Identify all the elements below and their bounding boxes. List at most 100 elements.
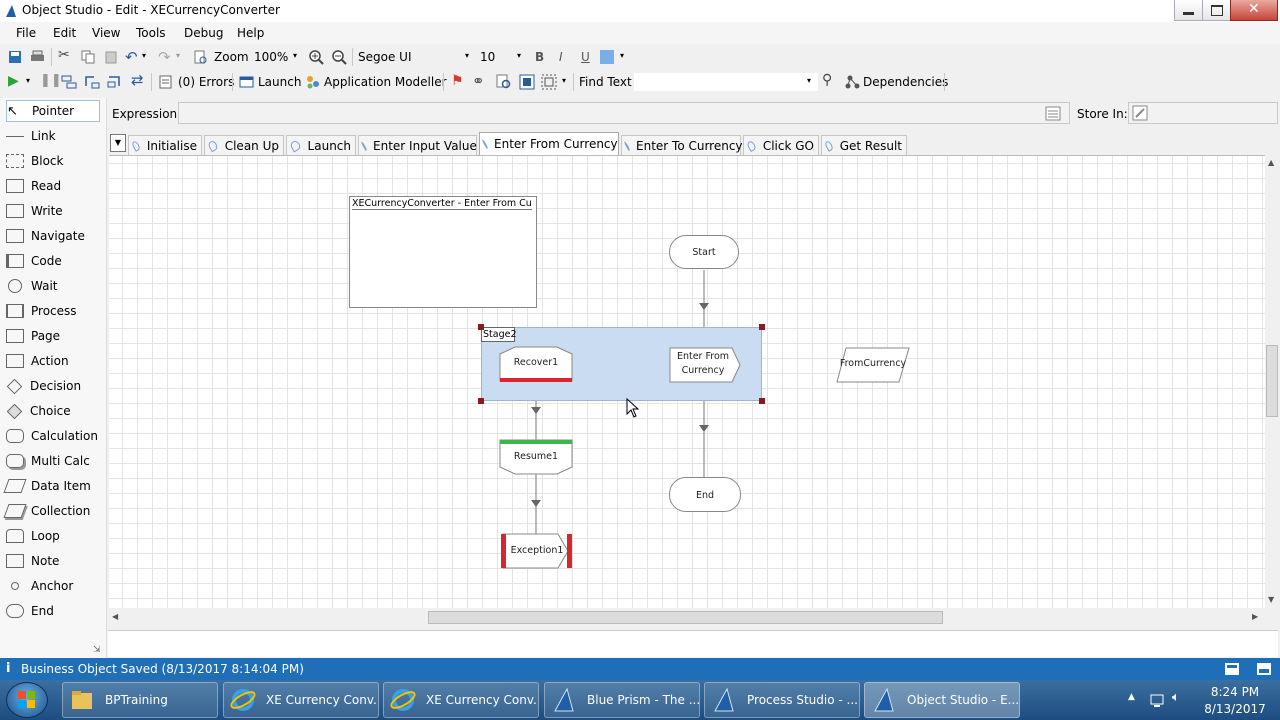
volume-icon[interactable]: 🔈︎: [1172, 690, 1180, 705]
taskbar-item-ie-2[interactable]: XE Currency Conv...: [383, 682, 539, 718]
font-name-select[interactable]: Segoe UI: [358, 49, 411, 65]
palette-anchor[interactable]: Anchor: [6, 575, 102, 597]
run-icon[interactable]: ▶: [8, 73, 19, 89]
taskbar-item-ie-1[interactable]: XE Currency Conv...: [223, 682, 379, 718]
zoom-dropdown-icon[interactable]: ▾: [293, 51, 297, 60]
selection-handle[interactable]: [478, 324, 484, 330]
redo-dropdown-icon[interactable]: ▾: [176, 51, 180, 60]
selection-handle[interactable]: [759, 398, 765, 404]
dependencies-button[interactable]: Dependencies: [863, 74, 948, 90]
process-diagram-canvas[interactable]: XECurrencyConverter - Enter From Curr St…: [109, 155, 1265, 608]
palette-pointer[interactable]: ↖ Pointer: [6, 100, 100, 122]
palette-collection[interactable]: Collection: [3, 500, 102, 522]
run-dropdown-icon[interactable]: ▾: [26, 76, 30, 85]
underline-button[interactable]: U: [581, 49, 590, 65]
find-references-icon[interactable]: [496, 74, 512, 90]
palette-write[interactable]: Write: [6, 200, 102, 222]
taskbar-item-process-studio[interactable]: Process Studio - ...: [704, 682, 860, 718]
resume-stage[interactable]: Resume1: [499, 451, 573, 462]
zoom-select[interactable]: 100%: [254, 49, 288, 65]
taskbar-item-object-studio[interactable]: Object Studio - E...: [864, 682, 1020, 718]
breakpoint-icon[interactable]: ⚑: [451, 73, 464, 89]
palette-data-item[interactable]: Data Item: [3, 475, 102, 497]
exception-stage[interactable]: Exception1: [505, 545, 569, 556]
errors-button[interactable]: (0) Errors: [178, 74, 234, 90]
scroll-down-icon[interactable]: ▼: [1268, 595, 1274, 604]
object-info-box[interactable]: XECurrencyConverter - Enter From Curr: [349, 196, 537, 308]
scroll-up-icon[interactable]: ▲: [1268, 158, 1274, 167]
grid-dropdown-icon[interactable]: ▾: [562, 76, 566, 85]
pause-icon[interactable]: ❚❚: [40, 73, 62, 88]
taskbar-item-blue-prism[interactable]: Blue Prism - The ...: [544, 682, 700, 718]
tab-enter-input-value[interactable]: Enter Input Value: [358, 135, 477, 155]
palette-calculation[interactable]: Calculation: [6, 425, 102, 447]
palette-decision[interactable]: Decision: [6, 375, 102, 397]
store-in-input[interactable]: [1128, 102, 1278, 124]
palette-action[interactable]: Action: [6, 350, 102, 372]
palette-loop[interactable]: Loop: [6, 525, 102, 547]
menu-view[interactable]: View: [92, 26, 120, 40]
minimize-button[interactable]: [1174, 0, 1204, 21]
menu-help[interactable]: Help: [237, 26, 264, 40]
clock-date[interactable]: 8/13/2017: [1200, 702, 1270, 716]
redo-icon[interactable]: ↷: [158, 48, 171, 66]
print-icon[interactable]: [30, 50, 45, 64]
grid-icon[interactable]: [541, 74, 557, 90]
undo-icon[interactable]: ↶: [125, 48, 138, 66]
action-stage[interactable]: Enter From Currency: [671, 350, 735, 378]
save-icon[interactable]: [8, 50, 22, 64]
palette-choice[interactable]: Choice: [6, 400, 102, 422]
expression-editor-icon[interactable]: [1045, 106, 1061, 121]
tab-get-result[interactable]: Get Result: [821, 135, 907, 155]
bold-button[interactable]: B: [535, 49, 544, 65]
launch-button[interactable]: Launch: [258, 74, 301, 90]
zoom-in-icon[interactable]: [308, 49, 324, 65]
step-icon[interactable]: [61, 74, 77, 90]
tab-enter-to-currency[interactable]: Enter To Currency: [621, 135, 743, 155]
close-button[interactable]: ✕: [1230, 0, 1278, 21]
palette-resize-grip-icon[interactable]: ⇲: [93, 645, 101, 655]
zoom-out-icon[interactable]: [331, 49, 347, 65]
menu-file[interactable]: File: [16, 26, 36, 40]
step-out-icon[interactable]: [107, 74, 123, 90]
scroll-left-icon[interactable]: ◀: [112, 612, 118, 621]
tabs-dropdown-icon[interactable]: ▼: [110, 134, 126, 152]
fit-to-window-icon[interactable]: [519, 74, 535, 90]
color-picker-button[interactable]: [600, 50, 614, 64]
reset-icon[interactable]: ⇄: [131, 71, 144, 89]
show-hidden-icons-icon[interactable]: ▲: [1128, 692, 1135, 702]
find-text-dropdown-icon[interactable]: ▾: [807, 76, 811, 85]
palette-navigate[interactable]: Navigate: [6, 225, 102, 247]
copy-icon[interactable]: [81, 50, 95, 64]
expression-input[interactable]: [178, 102, 1070, 124]
undo-dropdown-icon[interactable]: ▾: [142, 51, 146, 60]
vertical-scrollbar[interactable]: ▲ ▼: [1265, 155, 1280, 607]
palette-note[interactable]: Note: [6, 550, 102, 572]
find-text-input[interactable]: [634, 73, 818, 91]
network-icon[interactable]: [1150, 692, 1166, 708]
cut-icon[interactable]: ✂: [58, 47, 70, 63]
palette-process[interactable]: Process: [6, 300, 102, 322]
tab-initialise[interactable]: Initialise: [128, 135, 202, 155]
menu-debug[interactable]: Debug: [184, 26, 223, 40]
start-button[interactable]: [6, 682, 48, 718]
font-size-dropdown-icon[interactable]: ▾: [517, 51, 521, 60]
palette-block[interactable]: Block: [6, 150, 102, 172]
selection-handle[interactable]: [759, 324, 765, 330]
palette-wait[interactable]: Wait: [6, 275, 102, 297]
tab-launch[interactable]: Launch: [286, 135, 356, 155]
restore-button[interactable]: [1202, 0, 1232, 21]
step-over-icon[interactable]: [84, 74, 100, 90]
data-item-from-currency[interactable]: FromCurrency: [838, 358, 908, 369]
color-dropdown-icon[interactable]: ▾: [620, 51, 624, 60]
font-name-dropdown-icon[interactable]: ▾: [465, 51, 469, 60]
paste-icon[interactable]: [104, 50, 118, 64]
palette-read[interactable]: Read: [6, 175, 102, 197]
binoculars-icon[interactable]: ⚲: [822, 72, 832, 88]
application-modeller-button[interactable]: Application Modeller: [324, 74, 447, 90]
italic-button[interactable]: I: [559, 49, 563, 65]
tab-clean-up[interactable]: Clean Up: [204, 135, 284, 155]
end-stage[interactable]: End: [669, 477, 741, 512]
horizontal-scrollbar[interactable]: ◀ ▶: [109, 609, 1265, 626]
menu-tools[interactable]: Tools: [136, 26, 166, 40]
